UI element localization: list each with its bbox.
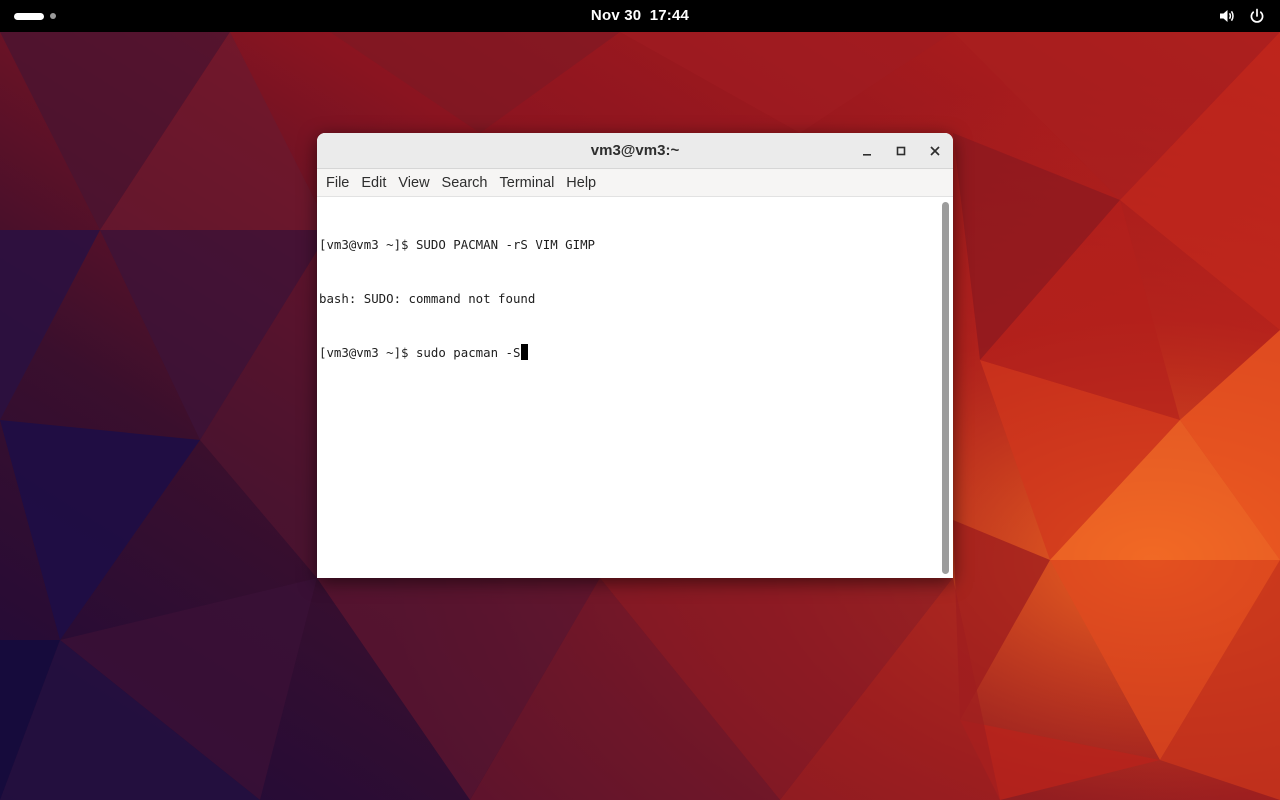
volume-icon[interactable] — [1218, 7, 1236, 25]
maximize-icon — [896, 146, 906, 156]
clock-time: 17:44 — [649, 7, 690, 24]
terminal-text[interactable]: [vm3@vm3 ~]$ SUDO PACMAN -rS VIM GIMP ba… — [319, 200, 935, 398]
workspace-active-indicator — [14, 12, 44, 20]
minimize-button[interactable] — [856, 140, 878, 162]
terminal-window[interactable]: vm3@vm3:~ File Edit View Search Terminal… — [317, 133, 953, 578]
close-icon — [930, 146, 940, 156]
close-button[interactable] — [924, 140, 946, 162]
scrollbar[interactable] — [939, 198, 953, 578]
menu-help[interactable]: Help — [560, 169, 602, 197]
clock-date: Nov 30 — [590, 7, 642, 24]
window-titlebar[interactable]: vm3@vm3:~ — [317, 133, 953, 169]
scrollbar-thumb[interactable] — [942, 202, 949, 574]
maximize-button[interactable] — [890, 140, 912, 162]
terminal-output-area[interactable]: [vm3@vm3 ~]$ SUDO PACMAN -rS VIM GIMP ba… — [317, 198, 953, 578]
activities-button[interactable] — [14, 10, 60, 22]
terminal-prompt-line: [vm3@vm3 ~]$ sudo pacman -S — [319, 344, 935, 362]
terminal-line: [vm3@vm3 ~]$ SUDO PACMAN -rS VIM GIMP — [319, 237, 596, 252]
power-icon[interactable] — [1248, 7, 1266, 25]
menu-bar: File Edit View Search Terminal Help — [317, 169, 953, 197]
menu-file[interactable]: File — [320, 169, 355, 197]
menu-view[interactable]: View — [392, 169, 435, 197]
top-bar: Nov 30 17:44 — [0, 0, 1280, 32]
minimize-icon — [863, 154, 871, 156]
text-cursor — [521, 344, 529, 360]
terminal-current-input: [vm3@vm3 ~]$ sudo pacman -S — [319, 345, 521, 360]
menu-edit[interactable]: Edit — [355, 169, 392, 197]
terminal-line: bash: SUDO: command not found — [319, 291, 536, 306]
workspace-indicator — [50, 13, 56, 19]
clock-button[interactable]: Nov 30 17:44 — [540, 0, 740, 32]
system-tray[interactable] — [1218, 0, 1266, 32]
menu-terminal[interactable]: Terminal — [494, 169, 561, 197]
menu-search[interactable]: Search — [436, 169, 494, 197]
